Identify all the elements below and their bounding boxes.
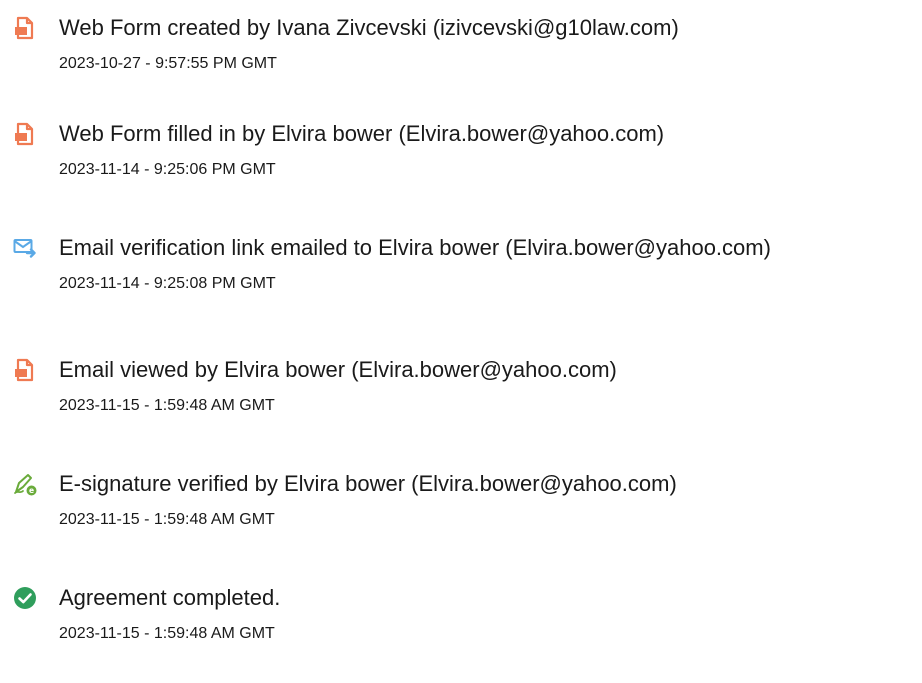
event-timestamp: 2023-11-15 - 1:59:48 AM GMT: [59, 625, 275, 642]
event-timestamp: 2023-11-14 - 9:25:06 PM GMT: [59, 161, 276, 178]
history-event: Web Form filled in by Elvira bower (Elvi…: [0, 119, 922, 219]
event-title: Web Form created by Ivana Zivcevski (izi…: [59, 15, 679, 40]
e-signature-icon: e: [13, 472, 37, 496]
history-event: Web Form created by Ivana Zivcevski (izi…: [0, 13, 922, 113]
event-timestamp: 2023-11-15 - 1:59:48 AM GMT: [59, 511, 275, 528]
event-title: E-signature verified by Elvira bower (El…: [59, 471, 677, 496]
history-event: Email viewed by Elvira bower (Elvira.bow…: [0, 355, 922, 455]
document-icon: [13, 16, 37, 40]
event-timestamp: 2023-10-27 - 9:57:55 PM GMT: [59, 55, 277, 72]
event-title: Web Form filled in by Elvira bower (Elvi…: [59, 121, 665, 146]
email-send-icon: [13, 236, 37, 260]
document-icon: [13, 358, 37, 382]
history-event: Agreement completed. 2023-11-15 - 1:59:4…: [0, 583, 922, 683]
event-timestamp: 2023-11-14 - 9:25:08 PM GMT: [59, 275, 276, 292]
history-event: e E-signature verified by Elvira bower (…: [0, 469, 922, 569]
svg-text:e: e: [29, 486, 34, 495]
event-title: Email verification link emailed to Elvir…: [59, 235, 771, 260]
event-title: Agreement completed.: [59, 585, 281, 610]
history-event: Email verification link emailed to Elvir…: [0, 233, 922, 333]
event-title: Email viewed by Elvira bower (Elvira.bow…: [59, 357, 617, 382]
event-timestamp: 2023-11-15 - 1:59:48 AM GMT: [59, 397, 275, 414]
checkmark-circle-icon: [13, 586, 37, 610]
document-icon: [13, 122, 37, 146]
